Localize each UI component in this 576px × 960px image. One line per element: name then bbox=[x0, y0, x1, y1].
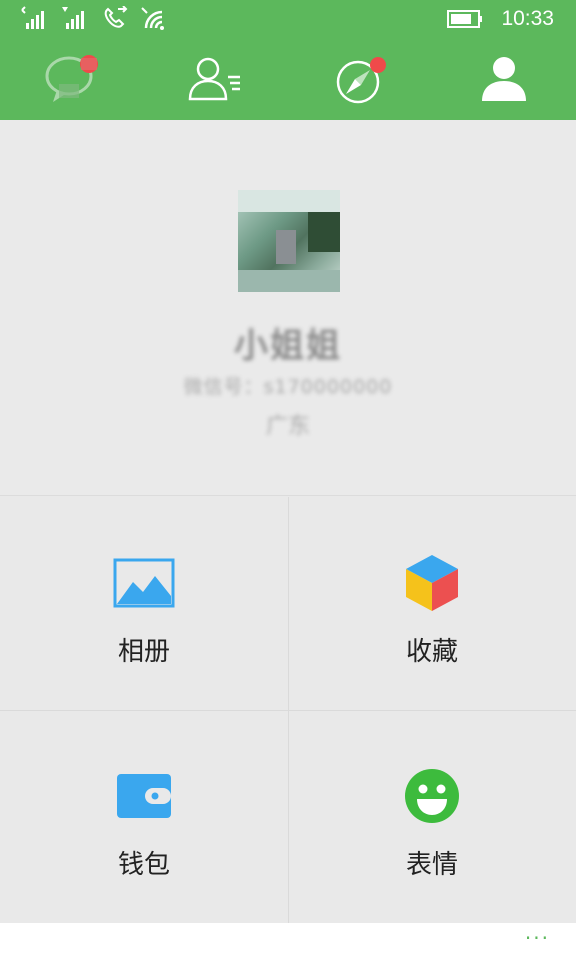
favorites-label: 收藏 bbox=[405, 637, 458, 667]
wifi-icon bbox=[141, 7, 164, 30]
stickers-tile[interactable]: 表情 bbox=[288, 710, 576, 923]
call-forward-icon bbox=[104, 6, 128, 28]
chat-bubble-icon bbox=[45, 55, 98, 102]
status-clock: 10:33 bbox=[501, 7, 554, 30]
profile-header[interactable]: 小姐姐 微信号：s170000000 广东 bbox=[0, 120, 576, 496]
album-label: 相册 bbox=[117, 637, 170, 667]
album-icon bbox=[113, 558, 175, 608]
status-bar: 10:33 bbox=[0, 0, 576, 40]
stickers-label: 表情 bbox=[405, 850, 458, 880]
favorites-tile[interactable]: 收藏 bbox=[288, 497, 576, 710]
wallet-icon bbox=[117, 774, 171, 818]
discover-badge bbox=[370, 57, 386, 73]
signal-icon bbox=[62, 7, 84, 29]
more-options-button[interactable]: ··· bbox=[516, 928, 550, 948]
profile-account-id: 微信号：s170000000 bbox=[183, 376, 393, 398]
profile-nickname: 小姐姐 bbox=[234, 326, 342, 366]
album-tile[interactable]: 相册 bbox=[0, 497, 288, 710]
tab-contacts[interactable] bbox=[144, 40, 288, 120]
person-icon bbox=[482, 57, 526, 101]
tab-discover[interactable] bbox=[288, 40, 432, 120]
feature-grid: 相册 收藏 钱包 表情 bbox=[0, 497, 576, 923]
signal-icon bbox=[21, 6, 44, 29]
compass-icon bbox=[336, 57, 386, 104]
tab-me[interactable] bbox=[432, 40, 576, 120]
smiley-icon bbox=[405, 769, 459, 823]
contacts-icon bbox=[188, 57, 240, 101]
profile-region: 广东 bbox=[265, 414, 310, 439]
avatar[interactable] bbox=[238, 190, 340, 292]
battery-icon bbox=[447, 10, 482, 28]
wallet-tile[interactable]: 钱包 bbox=[0, 710, 288, 923]
tab-chats[interactable] bbox=[0, 40, 144, 120]
favorites-cube-icon bbox=[406, 555, 458, 611]
wallet-label: 钱包 bbox=[117, 850, 170, 880]
tab-bar bbox=[0, 40, 576, 120]
grid-divider-horizontal bbox=[0, 710, 576, 711]
app-bar: ··· bbox=[0, 923, 576, 960]
